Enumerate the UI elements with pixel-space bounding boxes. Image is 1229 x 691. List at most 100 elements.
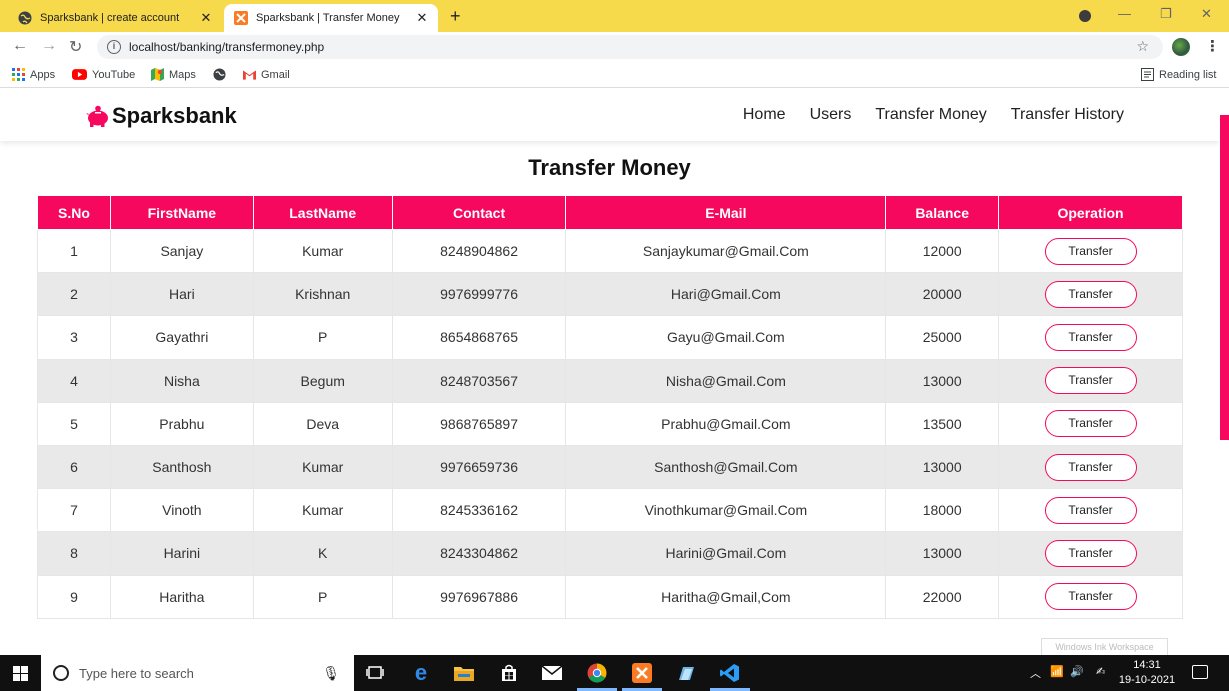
web-page: Sparksbank Home Users Transfer Money Tra… bbox=[0, 89, 1219, 655]
vscode-icon[interactable] bbox=[719, 662, 741, 684]
cell-contact: 8245336162 bbox=[391, 488, 567, 533]
maximize-icon[interactable]: ❐ bbox=[1160, 6, 1172, 22]
nav-home[interactable]: Home bbox=[743, 106, 786, 124]
address-bar[interactable]: i localhost/banking/transfermoney.php ☆ bbox=[97, 35, 1163, 59]
chrome-icon[interactable] bbox=[586, 662, 608, 684]
table-row: 8 Harini K 8243304862 Harini@Gmail.Com 1… bbox=[37, 531, 1183, 576]
cell-first-name: Prabhu bbox=[109, 401, 254, 446]
cell-balance: 13000 bbox=[885, 358, 1000, 403]
windows-start-icon[interactable] bbox=[13, 666, 28, 681]
close-tab-icon[interactable]: ✕ bbox=[414, 10, 430, 26]
new-tab-button[interactable]: + bbox=[450, 6, 461, 27]
cell-balance: 25000 bbox=[885, 315, 1000, 360]
reading-list-button[interactable]: Reading list bbox=[1141, 68, 1216, 81]
transfer-button[interactable]: Transfer bbox=[1044, 323, 1137, 351]
cell-balance: 20000 bbox=[885, 272, 1000, 317]
bookmark-apps[interactable]: Apps bbox=[12, 68, 55, 81]
table-row: 9 Haritha P 9976967886 Haritha@Gmail,Com… bbox=[37, 574, 1183, 619]
notifications-icon[interactable] bbox=[1192, 665, 1208, 679]
minimize-icon[interactable]: — bbox=[1118, 6, 1131, 21]
nav-transfer-history[interactable]: Transfer History bbox=[1011, 106, 1124, 124]
table-row: 3 Gayathri P 8654868765 Gayu@Gmail.Com 2… bbox=[37, 315, 1183, 360]
browser-tab-active[interactable]: Sparksbank | Transfer Money ✕ bbox=[224, 4, 438, 32]
cell-email: Hari@Gmail.Com bbox=[565, 272, 887, 317]
mail-icon[interactable] bbox=[541, 662, 563, 684]
table-row: 1 Sanjay Kumar 8248904862 Sanjaykumar@Gm… bbox=[37, 228, 1183, 274]
notes-icon[interactable] bbox=[675, 662, 697, 684]
nav-users[interactable]: Users bbox=[810, 106, 852, 124]
transfer-button[interactable]: Transfer bbox=[1044, 280, 1137, 308]
cell-contact: 9976659736 bbox=[391, 444, 567, 490]
reading-list-icon bbox=[1141, 68, 1154, 81]
transfer-button[interactable]: Transfer bbox=[1044, 237, 1137, 265]
cell-sno: 1 bbox=[37, 228, 111, 274]
cell-last-name: K bbox=[252, 531, 393, 576]
bookmark-globe[interactable] bbox=[213, 68, 226, 81]
xampp-icon[interactable] bbox=[631, 662, 653, 684]
system-clock[interactable]: 14:31 19-10-2021 bbox=[1118, 658, 1176, 688]
tray-overflow-icon[interactable]: ︿ bbox=[1030, 665, 1041, 681]
cell-first-name: Gayathri bbox=[109, 315, 254, 360]
transfer-button[interactable]: Transfer bbox=[1044, 367, 1137, 395]
transfer-button[interactable]: Transfer bbox=[1044, 496, 1137, 524]
store-icon[interactable] bbox=[498, 662, 520, 684]
browser-tab[interactable]: Sparksbank | create account ✕ bbox=[8, 4, 222, 32]
cell-email: Prabhu@Gmail.Com bbox=[565, 401, 887, 446]
bookmark-label: Apps bbox=[30, 68, 56, 81]
task-view-icon[interactable] bbox=[364, 662, 386, 684]
globe-icon bbox=[18, 11, 32, 25]
bookmark-gmail[interactable]: Gmail bbox=[243, 68, 290, 81]
site-brand[interactable]: Sparksbank bbox=[86, 103, 237, 129]
browser-toolbar: ← → ↻ i localhost/banking/transfermoney.… bbox=[0, 32, 1229, 62]
column-header: Contact bbox=[391, 195, 567, 230]
cell-sno: 7 bbox=[37, 488, 111, 533]
transfer-button[interactable]: Transfer bbox=[1044, 583, 1137, 611]
forward-arrow-icon[interactable]: → bbox=[41, 37, 57, 55]
taskbar-search[interactable]: Type here to search 🎙 bbox=[41, 655, 354, 691]
cell-first-name: Santhosh bbox=[109, 444, 254, 490]
table-row: 5 Prabhu Deva 9868765897 Prabhu@Gmail.Co… bbox=[37, 401, 1183, 446]
bookmark-maps[interactable]: Maps bbox=[151, 68, 196, 81]
cell-operation: Transfer bbox=[998, 574, 1183, 619]
bookmark-label: Gmail bbox=[261, 68, 290, 81]
edge-icon[interactable]: e bbox=[410, 660, 432, 685]
close-tab-icon[interactable]: ✕ bbox=[198, 10, 214, 26]
cell-operation: Transfer bbox=[998, 272, 1183, 317]
microphone-icon[interactable]: 🎙 bbox=[322, 665, 340, 682]
cell-operation: Transfer bbox=[998, 444, 1183, 490]
cell-contact: 8248904862 bbox=[391, 228, 567, 274]
site-info-icon[interactable]: i bbox=[107, 40, 121, 54]
bookmark-youtube[interactable]: YouTube bbox=[72, 68, 135, 81]
cell-sno: 6 bbox=[37, 444, 111, 490]
cell-balance: 13500 bbox=[885, 401, 1000, 446]
bookmark-label: YouTube bbox=[92, 68, 136, 81]
transfer-button[interactable]: Transfer bbox=[1044, 410, 1137, 438]
column-header: FirstName bbox=[109, 195, 254, 230]
cell-sno: 8 bbox=[37, 531, 111, 576]
cell-first-name: Hari bbox=[109, 272, 254, 317]
back-arrow-icon[interactable]: ← bbox=[12, 37, 28, 55]
transfer-button[interactable]: Transfer bbox=[1044, 539, 1137, 567]
cell-first-name: Nisha bbox=[109, 358, 254, 403]
nav-transfer-money[interactable]: Transfer Money bbox=[875, 106, 986, 124]
reload-icon[interactable]: ↻ bbox=[69, 37, 82, 57]
table-header-row: S.No FirstName LastName Contact E-Mail B… bbox=[37, 195, 1183, 230]
transfer-button[interactable]: Transfer bbox=[1044, 453, 1137, 481]
volume-icon[interactable]: 🔊 bbox=[1070, 665, 1084, 678]
close-window-icon[interactable]: ✕ bbox=[1201, 6, 1212, 22]
pen-icon[interactable]: ✍ bbox=[1096, 665, 1105, 678]
network-icon[interactable]: 📶 bbox=[1050, 665, 1064, 678]
cell-email: Vinothkumar@Gmail.Com bbox=[565, 488, 887, 533]
profile-indicator-icon[interactable] bbox=[1079, 10, 1091, 22]
reading-list-label: Reading list bbox=[1159, 68, 1217, 81]
xampp-icon bbox=[234, 11, 248, 25]
cell-email: Sanjaykumar@Gmail.Com bbox=[565, 228, 887, 274]
file-explorer-icon[interactable] bbox=[453, 662, 475, 684]
bookmark-star-icon[interactable]: ☆ bbox=[1136, 38, 1149, 55]
browser-menu-icon[interactable]: ⋮ bbox=[1205, 37, 1220, 55]
browser-tab-strip: Sparksbank | create account ✕ Sparksbank… bbox=[0, 0, 1229, 32]
cell-balance: 18000 bbox=[885, 488, 1000, 533]
profile-avatar[interactable] bbox=[1172, 38, 1190, 56]
cell-balance: 12000 bbox=[885, 228, 1000, 274]
page-scrollbar-thumb[interactable] bbox=[1220, 115, 1229, 440]
